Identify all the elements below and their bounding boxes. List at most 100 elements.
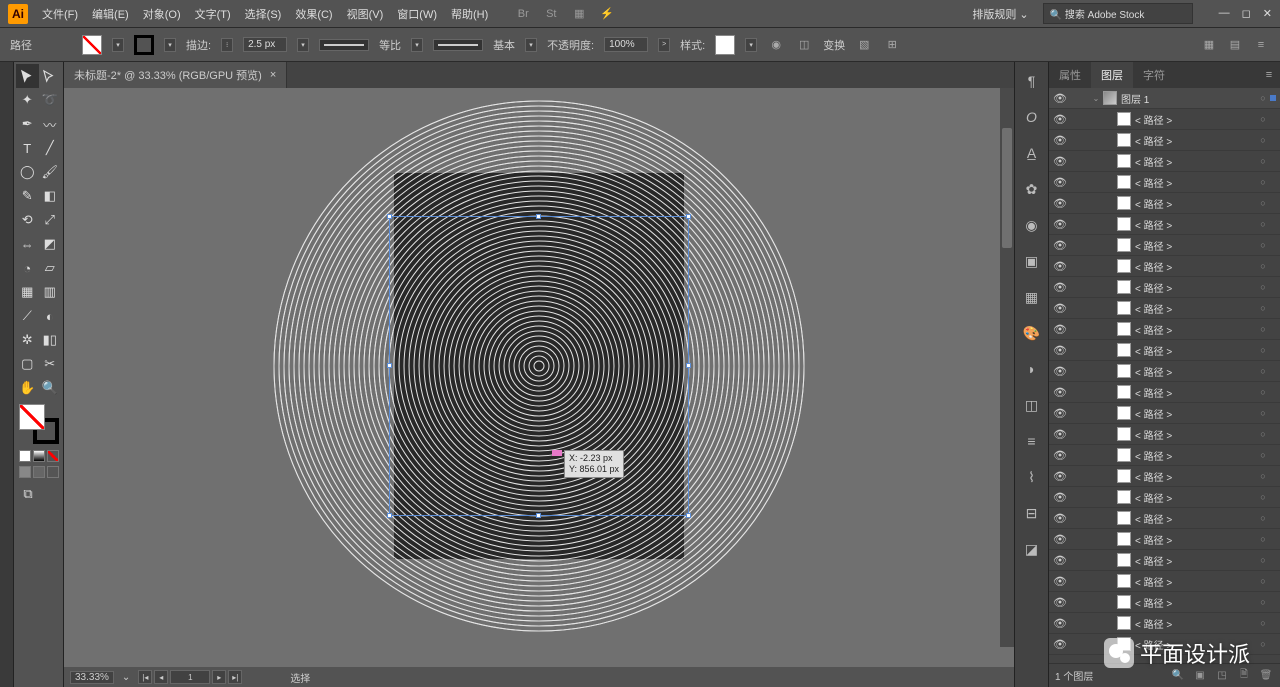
xt2-icon[interactable]: ▤ xyxy=(1226,36,1244,54)
visibility-icon[interactable]: 👁 xyxy=(1049,344,1071,357)
minimize-button[interactable]: — xyxy=(1219,7,1230,20)
layer-row-path[interactable]: 👁 < 路径 > ○ xyxy=(1049,487,1280,508)
menu-view[interactable]: 视图(V) xyxy=(347,6,384,22)
shaper-tool[interactable]: ✎ xyxy=(16,184,39,208)
style-dropdown[interactable]: ▾ xyxy=(745,38,757,52)
visibility-icon[interactable]: 👁 xyxy=(1049,512,1071,525)
layer-row-path[interactable]: 👁 < 路径 > ○ xyxy=(1049,109,1280,130)
workspace-switcher[interactable]: 排版规则 ⌄ xyxy=(972,6,1028,22)
new-sublayer-icon[interactable]: ◳ xyxy=(1214,670,1230,681)
visibility-icon[interactable]: 👁 xyxy=(1049,197,1071,210)
layer-row-path[interactable]: 👁 < 路径 > ○ xyxy=(1049,613,1280,634)
last-artboard-button[interactable]: ▸| xyxy=(228,670,242,684)
bridge-icon[interactable]: Br xyxy=(514,5,532,23)
eraser-tool[interactable]: ◧ xyxy=(39,184,62,208)
menu-window[interactable]: 窗口(W) xyxy=(397,6,437,22)
magic-wand-tool[interactable]: ✦ xyxy=(16,88,39,112)
zoom-display[interactable]: 33.33% xyxy=(70,671,114,684)
align-artboard-icon[interactable]: ◫ xyxy=(795,36,813,54)
transform-label[interactable]: 变换 xyxy=(823,37,845,53)
next-artboard-button[interactable]: ▸ xyxy=(212,670,226,684)
draw-inside-icon[interactable] xyxy=(47,466,59,478)
libraries-panel-icon[interactable]: ▣ xyxy=(1021,250,1043,272)
gradient-tool[interactable]: ▥ xyxy=(39,280,62,304)
selection-bounds[interactable] xyxy=(389,216,689,516)
visibility-icon[interactable]: 👁 xyxy=(1049,617,1071,630)
visibility-icon[interactable]: 👁 xyxy=(1049,281,1071,294)
xt1-icon[interactable]: ▦ xyxy=(1200,36,1218,54)
layer-row-path[interactable]: 👁 < 路径 > ○ xyxy=(1049,508,1280,529)
locate-object-icon[interactable]: 🔍 xyxy=(1170,670,1186,681)
visibility-icon[interactable]: 👁 xyxy=(1049,218,1071,231)
tab-character[interactable]: 字符 xyxy=(1133,62,1175,88)
paintbrush-tool[interactable]: 🖌 xyxy=(39,160,62,184)
layer-row-path[interactable]: 👁 < 路径 > ○ xyxy=(1049,361,1280,382)
selection-tool[interactable] xyxy=(16,64,39,88)
visibility-icon[interactable]: 👁 xyxy=(1049,575,1071,588)
tab-properties[interactable]: 属性 xyxy=(1049,62,1091,88)
brushes-panel-icon[interactable]: ⌇ xyxy=(1021,466,1043,488)
visibility-icon[interactable]: 👁 xyxy=(1049,92,1071,105)
ellipse-tool[interactable]: ◯ xyxy=(16,160,39,184)
profile-dropdown[interactable]: ▾ xyxy=(411,38,423,52)
fill-swatch[interactable] xyxy=(82,35,102,55)
panel-menu-icon[interactable]: ≡ xyxy=(1252,36,1270,54)
recolor-icon[interactable]: ◉ xyxy=(767,36,785,54)
free-transform-tool[interactable]: ◩ xyxy=(39,232,62,256)
menu-select[interactable]: 选择(S) xyxy=(245,6,282,22)
visibility-icon[interactable]: 👁 xyxy=(1049,260,1071,273)
vertical-scrollbar[interactable] xyxy=(1000,88,1014,647)
perspective-tool[interactable]: ▱ xyxy=(39,256,62,280)
clip-mask-icon[interactable]: ▣ xyxy=(1192,670,1208,681)
mesh-tool[interactable]: ▦ xyxy=(16,280,39,304)
opentype-panel-icon[interactable]: O xyxy=(1021,106,1043,128)
visibility-icon[interactable]: 👁 xyxy=(1049,638,1071,651)
visibility-icon[interactable]: 👁 xyxy=(1049,176,1071,189)
scale-tool[interactable]: ⤢ xyxy=(39,208,62,232)
line-tool[interactable]: ╱ xyxy=(39,136,62,160)
visibility-icon[interactable]: 👁 xyxy=(1049,155,1071,168)
canvas[interactable]: X: -2.23 pxY: 856.01 px xyxy=(64,88,1014,667)
stock-icon[interactable]: St xyxy=(542,5,560,23)
visibility-icon[interactable]: 👁 xyxy=(1049,449,1071,462)
brush-def[interactable] xyxy=(433,39,483,51)
visibility-icon[interactable]: 👁 xyxy=(1049,134,1071,147)
prev-artboard-button[interactable]: ◂ xyxy=(154,670,168,684)
maximize-button[interactable]: ◻ xyxy=(1242,7,1251,20)
layer-row-path[interactable]: 👁 < 路径 > ○ xyxy=(1049,340,1280,361)
doc-tab-close[interactable]: × xyxy=(270,69,276,81)
blend-tool[interactable]: ◐ xyxy=(39,304,62,328)
layer-row-path[interactable]: 👁 < 路径 > ○ xyxy=(1049,130,1280,151)
layer-row-path[interactable]: 👁 < 路径 > ○ xyxy=(1049,529,1280,550)
lasso-tool[interactable]: ➰ xyxy=(39,88,62,112)
draw-normal-icon[interactable] xyxy=(19,466,31,478)
fill-dropdown[interactable]: ▾ xyxy=(112,38,124,52)
layer-row-path[interactable]: 👁 < 路径 > ○ xyxy=(1049,298,1280,319)
visibility-icon[interactable]: 👁 xyxy=(1049,491,1071,504)
menu-edit[interactable]: 编辑(E) xyxy=(92,6,129,22)
none-mode-icon[interactable] xyxy=(47,450,59,462)
arrange-hv-icon[interactable]: ⊞ xyxy=(883,36,901,54)
new-layer-icon[interactable]: 🗎 xyxy=(1236,667,1252,684)
eyedropper-tool[interactable]: ⟋ xyxy=(16,304,39,328)
opacity-input[interactable] xyxy=(604,37,648,52)
visibility-icon[interactable]: 👁 xyxy=(1049,428,1071,441)
layer-row-path[interactable]: 👁 < 路径 > ○ xyxy=(1049,571,1280,592)
layer-row-path[interactable]: 👁 < 路径 > ○ xyxy=(1049,403,1280,424)
screen-mode-icon[interactable]: ⧉ xyxy=(16,482,40,506)
layer-row-path[interactable]: 👁 < 路径 > ○ xyxy=(1049,550,1280,571)
layer-row-path[interactable]: 👁 < 路径 > ○ xyxy=(1049,172,1280,193)
layer-row-path[interactable]: 👁 < 路径 > ○ xyxy=(1049,151,1280,172)
layer-row-path[interactable]: 👁 < 路径 > ○ xyxy=(1049,445,1280,466)
visibility-icon[interactable]: 👁 xyxy=(1049,407,1071,420)
menu-type[interactable]: 文字(T) xyxy=(195,6,231,22)
stroke-weight-input[interactable] xyxy=(243,37,287,52)
doc-tab[interactable]: 未标题-2* @ 33.33% (RGB/GPU 预览) × xyxy=(64,62,287,88)
menu-object[interactable]: 对象(O) xyxy=(143,6,181,22)
brush-dropdown[interactable]: ▾ xyxy=(525,38,537,52)
symbol-sprayer-tool[interactable]: ✲ xyxy=(16,328,39,352)
style-swatch[interactable] xyxy=(715,35,735,55)
layer-row-path[interactable]: 👁 < 路径 > ○ xyxy=(1049,424,1280,445)
transparency-panel-icon[interactable]: ◫ xyxy=(1021,394,1043,416)
draw-behind-icon[interactable] xyxy=(33,466,45,478)
